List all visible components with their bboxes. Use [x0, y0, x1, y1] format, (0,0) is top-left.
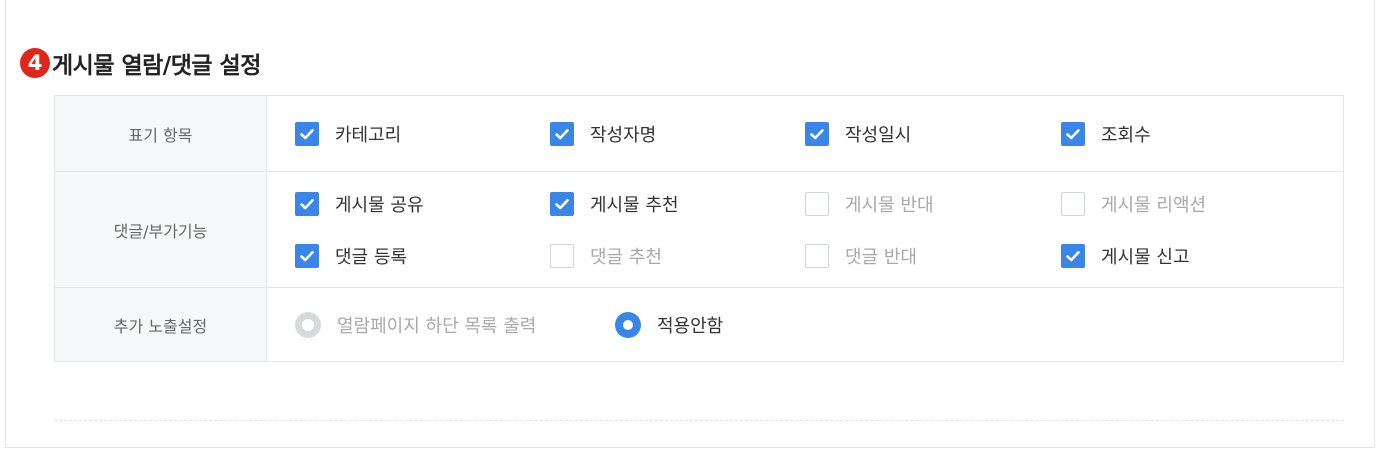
- checkbox-category[interactable]: [295, 121, 319, 146]
- option-label-comment-recommend: 댓글 추천: [590, 246, 662, 268]
- radio-bottom-list-output[interactable]: [295, 311, 321, 338]
- option-post-oppose[interactable]: 게시물 반대: [805, 178, 934, 230]
- option-label-post-share: 게시물 공유: [335, 194, 424, 216]
- option-category[interactable]: 카테고리: [295, 108, 401, 160]
- row-label-comment-features: 댓글/부가기능: [54, 171, 267, 288]
- check-icon: [1066, 128, 1080, 139]
- option-comment-register[interactable]: 댓글 등록: [295, 230, 407, 282]
- option-label-comment-register: 댓글 등록: [335, 246, 407, 268]
- option-author-name[interactable]: 작성자명: [550, 108, 656, 160]
- option-label-post-recommend: 게시물 추천: [590, 194, 679, 216]
- check-icon: [1066, 250, 1080, 261]
- option-bottom-list-output[interactable]: 열람페이지 하단 목록 출력: [295, 289, 536, 361]
- checkbox-post-report[interactable]: [1061, 243, 1085, 268]
- checkbox-author-name[interactable]: [550, 121, 574, 146]
- option-post-share[interactable]: 게시물 공유: [295, 178, 424, 230]
- display-items-options: 카테고리 작성자명 작성일시 조회수: [266, 95, 1344, 172]
- option-label-post-reaction: 게시물 리액션: [1101, 194, 1207, 216]
- extra-exposure-options: 열람페이지 하단 목록 출력 적용안함: [266, 287, 1344, 362]
- checkbox-post-reaction[interactable]: [1061, 191, 1085, 216]
- radio-not-applied[interactable]: [615, 311, 641, 338]
- check-icon: [555, 198, 569, 209]
- option-post-report[interactable]: 게시물 신고: [1061, 230, 1190, 282]
- option-label-not-applied: 적용안함: [657, 315, 724, 337]
- checkbox-view-count[interactable]: [1061, 121, 1085, 146]
- checkbox-created-date[interactable]: [805, 121, 829, 146]
- row-label-display-items: 표기 항목: [54, 95, 267, 172]
- step-number-badge: 4: [20, 48, 50, 78]
- check-icon: [810, 128, 824, 139]
- option-view-count[interactable]: 조회수: [1061, 108, 1151, 160]
- checkbox-post-share[interactable]: [295, 191, 319, 216]
- checkbox-comment-recommend[interactable]: [550, 243, 574, 268]
- check-icon: [300, 250, 314, 261]
- option-label-bottom-list-output: 열람페이지 하단 목록 출력: [337, 315, 537, 337]
- comment-features-options: 게시물 공유 게시물 추천 게시물 반대 게시물 리액션 댓글 등록 댓글 추천…: [266, 171, 1344, 288]
- option-label-created-date: 작성일시: [845, 124, 912, 146]
- row-display-items: 표기 항목 카테고리 작성자명 작성일시 조회수: [54, 95, 1344, 172]
- checkbox-comment-oppose[interactable]: [805, 243, 829, 268]
- dashed-divider: [54, 420, 1344, 421]
- option-label-comment-oppose: 댓글 반대: [845, 246, 917, 268]
- row-comment-features: 댓글/부가기능 게시물 공유 게시물 추천 게시물 반대 게시물 리액션 댓글 …: [54, 171, 1344, 288]
- section-title: 게시물 열람/댓글 설정: [52, 53, 261, 79]
- check-icon: [300, 198, 314, 209]
- option-label-post-oppose: 게시물 반대: [845, 194, 934, 216]
- option-label-post-report: 게시물 신고: [1101, 246, 1190, 268]
- option-label-category: 카테고리: [335, 124, 402, 146]
- row-extra-exposure: 추가 노출설정 열람페이지 하단 목록 출력 적용안함: [54, 287, 1344, 362]
- option-post-reaction[interactable]: 게시물 리액션: [1061, 178, 1206, 230]
- checkbox-comment-register[interactable]: [295, 243, 319, 268]
- check-icon: [300, 128, 314, 139]
- check-icon: [555, 128, 569, 139]
- checkbox-post-recommend[interactable]: [550, 191, 574, 216]
- option-created-date[interactable]: 작성일시: [805, 108, 911, 160]
- option-label-view-count: 조회수: [1101, 124, 1151, 146]
- section-header: 4 게시물 열람/댓글 설정: [20, 46, 261, 80]
- option-label-author-name: 작성자명: [590, 124, 657, 146]
- option-comment-recommend[interactable]: 댓글 추천: [550, 230, 662, 282]
- checkbox-post-oppose[interactable]: [805, 191, 829, 216]
- option-not-applied[interactable]: 적용안함: [615, 289, 723, 361]
- row-label-extra-exposure: 추가 노출설정: [54, 287, 267, 362]
- settings-table: 표기 항목 카테고리 작성자명 작성일시 조회수 댓글/부가기능 게시물 공유 …: [54, 95, 1344, 362]
- option-comment-oppose[interactable]: 댓글 반대: [805, 230, 917, 282]
- option-post-recommend[interactable]: 게시물 추천: [550, 178, 679, 230]
